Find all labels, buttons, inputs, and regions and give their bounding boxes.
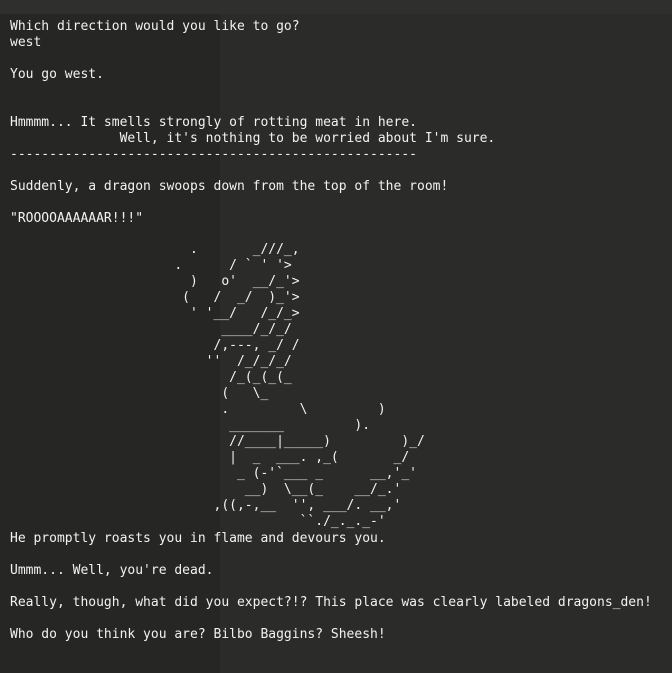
expectation-message: Really, though, what did you expect?!? T…	[10, 595, 652, 610]
user-input-line: west	[10, 35, 42, 50]
bilbo-message: Who do you think you are? Bilbo Baggins?…	[10, 627, 386, 642]
roast-message: He promptly roasts you in flame and devo…	[10, 531, 386, 546]
death-message: Ummm... Well, you're dead.	[10, 563, 214, 578]
dragon-roar: "ROOOOAAAAAAR!!!"	[10, 211, 144, 226]
dragon-intro: Suddenly, a dragon swoops down from the …	[10, 179, 449, 194]
smell-message: Hmmmm... It smells strongly of rotting m…	[10, 115, 417, 130]
reassurance-message: Well, it's nothing to be worried about I…	[10, 131, 496, 146]
direction-prompt: Which direction would you like to go?	[10, 19, 300, 34]
terminal-output: Which direction would you like to go? we…	[0, 0, 672, 673]
dragon-ascii-art: . _///_, . / ` ' '> ) o' __/_'> ( / _/ )…	[174, 242, 425, 529]
move-message: You go west.	[10, 67, 104, 82]
divider-line: ----------------------------------------…	[10, 147, 417, 162]
